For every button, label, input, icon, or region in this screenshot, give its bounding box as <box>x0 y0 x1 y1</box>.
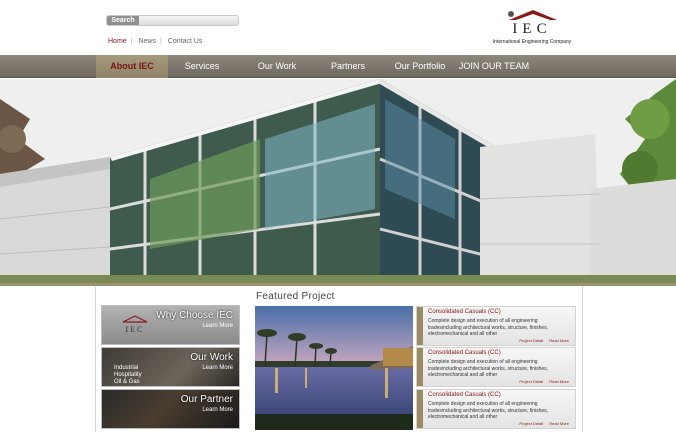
logo-dot-icon <box>508 11 514 17</box>
page: Search Home | News | Contact Us IEC Intern… <box>0 0 676 432</box>
hero-banner <box>0 79 676 284</box>
project-card[interactable]: Consolidated Casuals (CC) Complete desig… <box>416 306 576 346</box>
promo-our-partner[interactable]: Our Partner Learn More <box>101 389 240 429</box>
project-links: Project Detail Read More <box>513 338 569 343</box>
nav-item-services[interactable]: Services <box>170 55 234 78</box>
promo-why-choose[interactable]: IEC Why Choose IEC Learn More <box>101 305 240 345</box>
project-card[interactable]: Consolidated Casuals (CC) Complete desig… <box>416 347 576 387</box>
read-more-link[interactable]: Read More <box>549 379 569 384</box>
project-description: Complete design and execution of all eng… <box>428 359 549 378</box>
main-nav: About IEC Services Our Work Partners Our… <box>0 55 676 78</box>
project-description: Complete design and execution of all eng… <box>428 401 549 420</box>
project-detail-link[interactable]: Project Detail <box>519 379 543 384</box>
search-box[interactable]: Search <box>106 15 239 26</box>
building-illustration <box>0 79 676 284</box>
top-links: Home | News | Contact Us <box>108 38 206 45</box>
learn-more-link[interactable]: Learn More <box>202 365 233 371</box>
read-more-link[interactable]: Read More <box>549 421 569 426</box>
project-accent <box>417 307 423 345</box>
logo-text: IEC <box>512 21 552 37</box>
featured-title: Featured Project <box>256 291 335 302</box>
top-link-home[interactable]: Home <box>108 38 131 45</box>
nav-item-our-work[interactable]: Our Work <box>244 55 310 78</box>
divider: | <box>159 38 162 45</box>
project-title[interactable]: Consolidated Casuals (CC) <box>428 350 501 356</box>
nav-item-partners[interactable]: Partners <box>318 55 378 78</box>
promo-title: Our Work <box>190 352 233 363</box>
project-links: Project Detail Read More <box>513 421 569 426</box>
nav-item-portfolio[interactable]: Our Portfolio <box>384 55 456 78</box>
project-accent <box>417 390 423 428</box>
featured-project-image <box>255 306 413 430</box>
logo-roof-inner <box>513 14 553 21</box>
project-detail-link[interactable]: Project Detail <box>519 421 543 426</box>
top-link-contact[interactable]: Contact Us <box>164 38 207 45</box>
featured-photo[interactable] <box>255 306 413 430</box>
project-links: Project Detail Read More <box>513 379 569 384</box>
project-detail-link[interactable]: Project Detail <box>519 338 543 343</box>
top-link-news[interactable]: News <box>134 38 160 45</box>
logo-subtitle: International Engineering Company <box>492 39 572 45</box>
read-more-link[interactable]: Read More <box>549 338 569 343</box>
search-input[interactable] <box>140 16 237 25</box>
project-accent <box>417 348 423 386</box>
learn-more-link[interactable]: Learn More <box>202 323 233 329</box>
promo-our-work[interactable]: Our Work Learn More Industrial Hospitali… <box>101 347 240 387</box>
project-card[interactable]: Consolidated Casuals (CC) Complete desig… <box>416 389 576 429</box>
search-label: Search <box>107 16 139 25</box>
promo-title: Our Partner <box>180 394 233 405</box>
iec-logo[interactable]: IEC International Engineering Company <box>486 8 578 48</box>
nav-item-join[interactable]: JOIN OUR TEAM <box>458 55 530 78</box>
promo-sectors: Industrial Hospitality Oil & Gas <box>114 365 142 385</box>
project-title[interactable]: Consolidated Casuals (CC) <box>428 309 501 315</box>
project-description: Complete design and execution of all eng… <box>428 318 549 337</box>
nav-item-about[interactable]: About IEC <box>96 55 168 78</box>
svg-text:IEC: IEC <box>126 325 145 334</box>
iec-mini-logo-icon: IEC <box>122 315 148 334</box>
divider: | <box>130 38 133 45</box>
promo-title: Why Choose IEC <box>156 310 233 321</box>
project-title[interactable]: Consolidated Casuals (CC) <box>428 392 501 398</box>
learn-more-link[interactable]: Learn More <box>202 407 233 413</box>
